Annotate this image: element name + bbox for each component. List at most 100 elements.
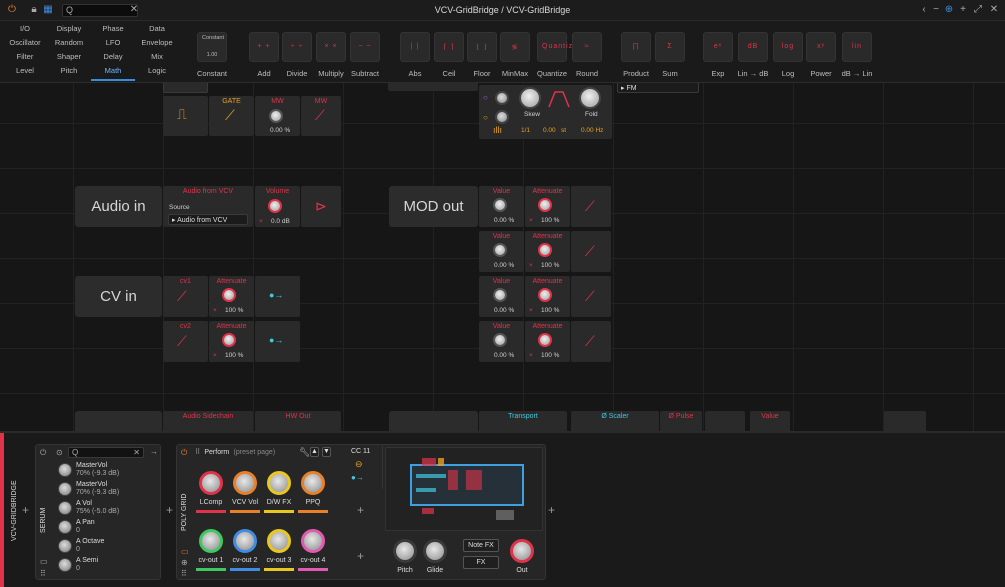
grid-dots-icon[interactable]: ⠿ [181, 569, 187, 578]
fx-button[interactable]: FX [463, 556, 499, 569]
cc-cell[interactable]: CC 11 ⊖ ●→ [339, 445, 383, 489]
attenuate-knob[interactable] [538, 333, 552, 347]
attenuate-knob[interactable] [538, 243, 552, 257]
attenuate-module[interactable]: Attenuate × 100 % [209, 321, 254, 362]
source-dropdown[interactable]: ▸ Audio from VCV [168, 214, 248, 225]
add-module-button[interactable]: + [357, 549, 364, 563]
device-card-2[interactable]: ÷ ÷ [282, 32, 312, 62]
mod-value-module[interactable]: Value 0.00 % [479, 321, 524, 362]
mod-output-module[interactable]: ⟋ [571, 231, 611, 272]
category-i-o[interactable]: I/O [3, 24, 47, 33]
category-logic[interactable]: Logic [135, 66, 179, 75]
grid-module-3[interactable]: Ø Scaler [571, 411, 659, 431]
knob-cv-out-4[interactable] [301, 529, 325, 553]
device-card-14[interactable]: dB [738, 32, 768, 62]
clear-icon[interactable]: ✕ [133, 448, 140, 457]
cv-input-module[interactable]: cv1 ⟋ [163, 276, 208, 317]
glide-knob[interactable] [423, 539, 447, 563]
device-card-10[interactable]: ≈ [572, 32, 602, 62]
knob-vcv-vol[interactable] [233, 471, 257, 495]
knob-ppq[interactable] [301, 471, 325, 495]
out-knob[interactable] [510, 539, 534, 563]
pitch-knob[interactable] [393, 539, 417, 563]
value-knob[interactable] [493, 243, 507, 257]
category-oscillator[interactable]: Oscillator [3, 38, 47, 47]
category-filter[interactable]: Filter [3, 52, 47, 61]
grid-cell[interactable] [705, 411, 745, 431]
param-row[interactable]: MasterVol 70% (-9.3 dB) [58, 461, 158, 479]
grid-module-1[interactable]: HW Out [255, 411, 341, 431]
mod-output-module[interactable]: ⟋ [571, 186, 611, 227]
category-envelope[interactable]: Envelope [135, 38, 179, 47]
grid-cell[interactable] [884, 411, 926, 431]
grid-dots-icon[interactable]: ⠿ [40, 569, 46, 578]
fm-dropdown[interactable]: ▸ FM [617, 83, 699, 93]
param-row[interactable]: MasterVol 70% (-9.3 dB) [58, 480, 158, 498]
device-card-11[interactable]: ∏ [621, 32, 651, 62]
category-lfo[interactable]: LFO [91, 38, 135, 47]
page-down-button[interactable]: ▼ [322, 447, 331, 457]
attenuate-knob[interactable] [538, 198, 552, 212]
param-row[interactable]: A Pan 0 [58, 518, 158, 536]
cv-output-module[interactable]: ●→ [255, 276, 300, 317]
power-icon[interactable]: ⏻ [40, 448, 46, 458]
device-card-1[interactable]: + + [249, 32, 279, 62]
device-card-16[interactable]: xʸ [806, 32, 836, 62]
grid-overview[interactable] [385, 447, 543, 531]
knob-d-w-fx[interactable] [267, 471, 291, 495]
grid-module-4[interactable]: Ø Pulse [660, 411, 702, 431]
wrench-icon[interactable]: 🔧︎ [299, 447, 310, 458]
grid-cell-stub[interactable] [388, 83, 478, 91]
cv-input-module[interactable]: cv2 ⟋ [163, 321, 208, 362]
grid-module-0[interactable]: Audio Sidechain [163, 411, 253, 431]
device-card-4[interactable]: − − [350, 32, 380, 62]
power-icon[interactable]: ⏻ [181, 448, 187, 458]
audio-from-vcv-module[interactable]: Audio from VCV Source ▸ Audio from VCV [163, 186, 253, 227]
param-knob[interactable] [58, 501, 72, 515]
mod-value-module[interactable]: Value 0.00 % [479, 186, 524, 227]
device-card-5[interactable]: | | [400, 32, 430, 62]
value-knob[interactable] [493, 198, 507, 212]
device-card-0[interactable]: Constant 1.00 [197, 32, 227, 62]
attenuate-knob[interactable] [222, 333, 236, 347]
zoom-icon[interactable]: ⊕ [943, 4, 955, 16]
knob-cv-out-3[interactable] [267, 529, 291, 553]
grid-cell-stub[interactable] [163, 83, 208, 93]
category-level[interactable]: Level [3, 66, 47, 75]
value-knob[interactable] [493, 333, 507, 347]
param-knob[interactable] [58, 558, 72, 572]
mod-value-module[interactable]: Value 0.00 % [479, 276, 524, 317]
minus-icon[interactable]: − [930, 4, 942, 16]
device-card-17[interactable]: lin [842, 32, 872, 62]
device-card-9[interactable]: Quantize [537, 32, 577, 62]
plus-icon[interactable]: + [957, 4, 969, 16]
plugin-icon[interactable]: ⊙ [56, 448, 63, 457]
category-pitch[interactable]: Pitch [47, 66, 91, 75]
chevron-left-icon[interactable]: ‹ [918, 4, 930, 16]
device-card-13[interactable]: eˣ [703, 32, 733, 62]
param-knob[interactable] [58, 539, 72, 553]
add-device-button[interactable]: + [548, 503, 555, 517]
category-shaper[interactable]: Shaper [47, 52, 91, 61]
param-knob[interactable] [58, 482, 72, 496]
close-icon[interactable]: ✕ [988, 4, 1000, 16]
device-card-6[interactable]: ⌈ ⌉ [434, 32, 464, 62]
skew-knob[interactable] [519, 87, 541, 109]
mod-output-module[interactable]: ⟋ [571, 276, 611, 317]
grid-module-5[interactable]: Value [750, 411, 790, 431]
add-module-button[interactable]: + [357, 503, 364, 517]
small-knob[interactable] [495, 91, 509, 105]
device-card-3[interactable]: × × [316, 32, 346, 62]
attenuate-module[interactable]: Attenuate × 100 % [525, 321, 570, 362]
volume-knob[interactable] [268, 199, 282, 213]
param-search-input[interactable]: Q ✕ [68, 447, 144, 458]
category-mix[interactable]: Mix [135, 52, 179, 61]
param-row[interactable]: A Semi 0 [58, 556, 158, 574]
fold-knob[interactable] [579, 87, 601, 109]
category-display[interactable]: Display [47, 24, 91, 33]
knob-cv-out-2[interactable] [233, 529, 257, 553]
poly-grid-device[interactable]: ⏻ POLY GRID ▭ ⊕ ⠿ ⠿ Perform (preset page… [176, 444, 546, 580]
gate-module[interactable]: GATE ⟋ [209, 96, 254, 136]
mw-output-module[interactable]: MW ⟋ [301, 96, 341, 136]
volume-module[interactable]: Volume × 0.0 dB [255, 186, 300, 227]
